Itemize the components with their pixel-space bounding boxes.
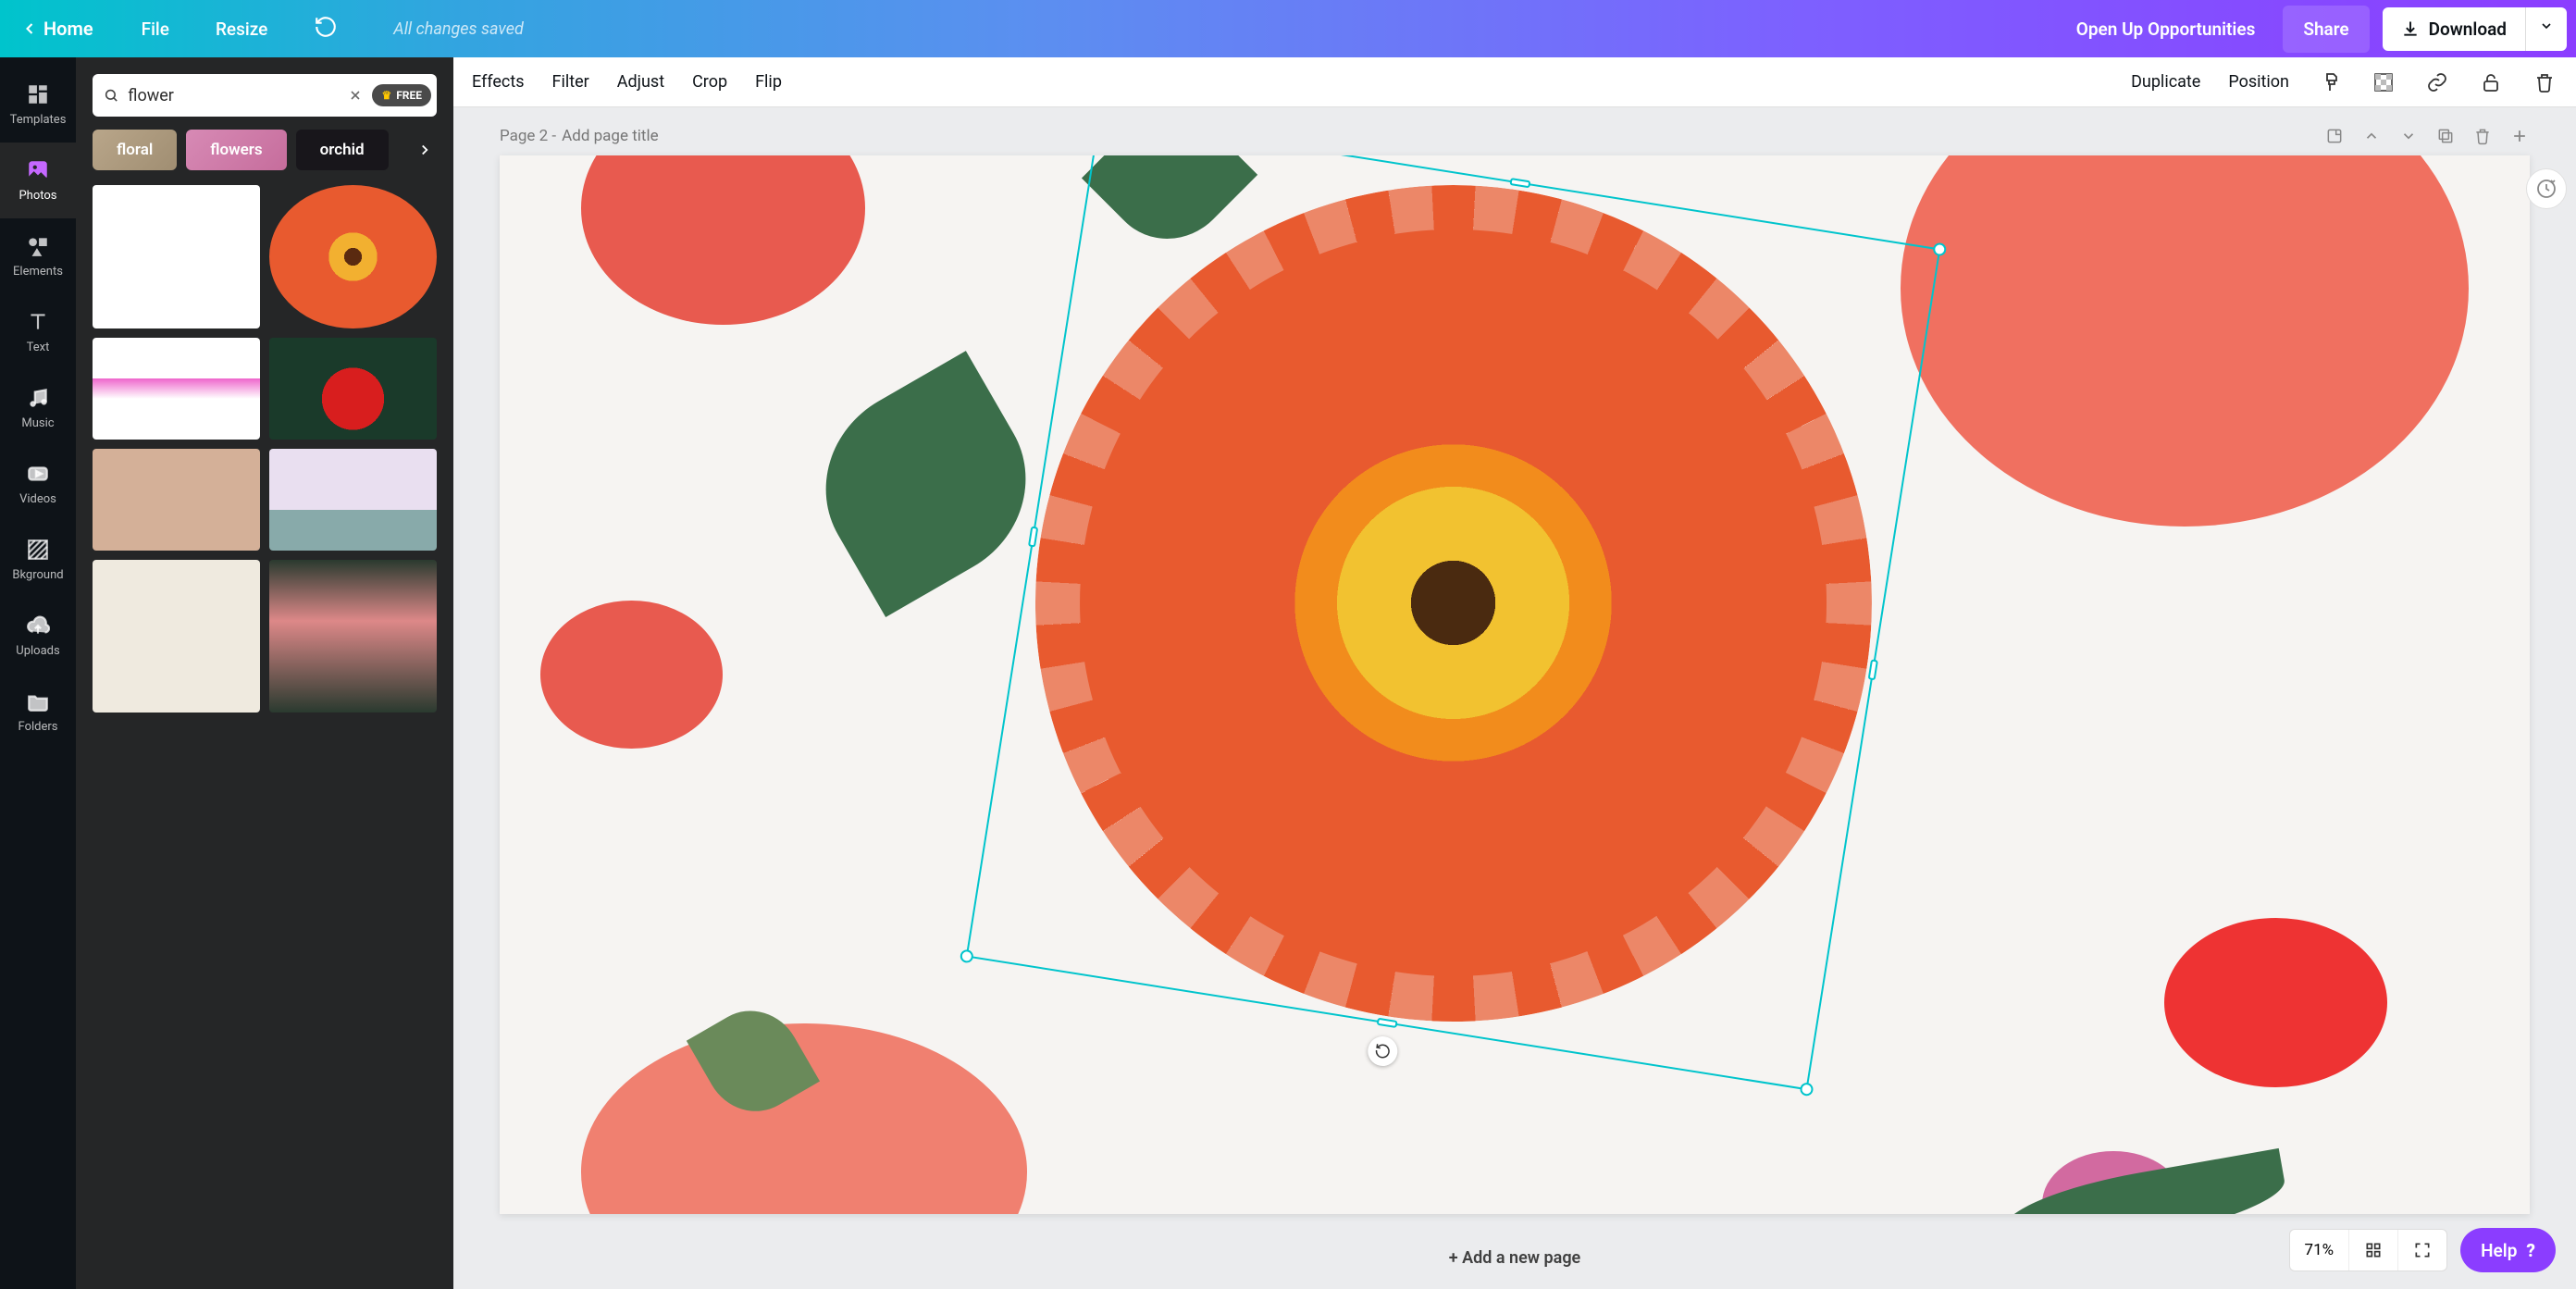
- top-bar: Home File Resize All changes saved Open …: [0, 0, 2576, 57]
- fullscreen-button[interactable]: [2397, 1230, 2446, 1270]
- background-icon: [26, 538, 50, 562]
- chip-floral[interactable]: floral: [93, 130, 177, 170]
- folders-icon: [26, 689, 50, 713]
- editor-area: Effects Filter Adjust Crop Flip Duplicat…: [453, 57, 2576, 1289]
- chip-orchid[interactable]: orchid: [296, 130, 389, 170]
- page-title-input[interactable]: [562, 127, 767, 145]
- page-up-button[interactable]: [2361, 126, 2382, 146]
- lock-button[interactable]: [2478, 69, 2504, 95]
- zoom-controls: 71%: [2289, 1229, 2448, 1271]
- search-icon: [104, 85, 118, 105]
- comment-fab[interactable]: [2526, 168, 2567, 209]
- nav-elements-label: Elements: [13, 265, 63, 279]
- page-delete-button[interactable]: [2472, 126, 2493, 146]
- grid-view-button[interactable]: [2348, 1230, 2397, 1270]
- nav-videos[interactable]: Videos: [0, 446, 76, 522]
- page-header: Page 2 -: [500, 126, 2530, 146]
- templates-icon: [26, 82, 50, 106]
- nav-text-label: Text: [27, 341, 50, 354]
- side-nav: Templates Photos Elements Text Music Vid…: [0, 57, 76, 1289]
- suggestion-chips: floral flowers orchid: [93, 130, 437, 170]
- zoom-value[interactable]: 71%: [2290, 1230, 2349, 1270]
- help-label: Help: [2481, 1240, 2517, 1261]
- context-toolbar: Effects Filter Adjust Crop Flip Duplicat…: [453, 57, 2576, 107]
- clear-search-button[interactable]: [348, 85, 363, 105]
- photo-thumb[interactable]: [269, 560, 437, 713]
- photo-grid: [93, 185, 437, 1272]
- duplicate-button[interactable]: Duplicate: [2131, 72, 2200, 92]
- selected-image[interactable]: [1026, 176, 1881, 1031]
- music-icon: [26, 386, 50, 410]
- nav-music-label: Music: [21, 416, 54, 430]
- chips-next-button[interactable]: [409, 130, 437, 170]
- free-filter-pill[interactable]: ♛ FREE: [372, 84, 431, 106]
- page-add-button[interactable]: [2509, 126, 2530, 146]
- save-status: All changes saved: [393, 19, 524, 39]
- position-button[interactable]: Position: [2228, 72, 2289, 92]
- add-page-button[interactable]: + Add a new page: [500, 1233, 2530, 1283]
- home-label: Home: [43, 18, 93, 40]
- resize-handle-left[interactable]: [1028, 526, 1038, 547]
- opportunities-link[interactable]: Open Up Opportunities: [2062, 9, 2271, 49]
- transparency-button[interactable]: [2371, 69, 2396, 95]
- home-button[interactable]: Home: [9, 12, 105, 45]
- photo-thumb[interactable]: [93, 560, 260, 713]
- copy-style-button[interactable]: [2317, 69, 2343, 95]
- bottom-controls: 71% Help ?: [2289, 1228, 2556, 1272]
- search-bar: ♛ FREE: [93, 74, 437, 117]
- page-duplicate-button[interactable]: [2435, 126, 2456, 146]
- delete-button[interactable]: [2532, 69, 2557, 95]
- download-button[interactable]: Download: [2383, 7, 2525, 51]
- photo-thumb[interactable]: [93, 338, 260, 440]
- text-icon: [26, 310, 50, 334]
- flip-button[interactable]: Flip: [755, 72, 782, 92]
- selection-box[interactable]: [966, 155, 1941, 1091]
- nav-uploads-label: Uploads: [16, 644, 59, 658]
- search-input[interactable]: [128, 86, 339, 105]
- photo-thumb[interactable]: [93, 449, 260, 551]
- effects-button[interactable]: Effects: [472, 72, 525, 92]
- nav-folders-label: Folders: [19, 720, 58, 734]
- nav-photos-label: Photos: [19, 189, 56, 203]
- photos-panel: ♛ FREE floral flowers orchid: [76, 57, 453, 1289]
- crop-button[interactable]: Crop: [692, 72, 727, 92]
- nav-templates-label: Templates: [10, 113, 67, 127]
- link-button[interactable]: [2424, 69, 2450, 95]
- nav-videos-label: Videos: [19, 492, 56, 506]
- download-label: Download: [2429, 19, 2507, 40]
- photo-thumb[interactable]: [269, 338, 437, 440]
- page-down-button[interactable]: [2398, 126, 2419, 146]
- elements-icon: [26, 234, 50, 258]
- videos-icon: [26, 462, 50, 486]
- photo-thumb[interactable]: [93, 185, 260, 328]
- free-label: FREE: [396, 89, 422, 102]
- photo-thumb[interactable]: [269, 449, 437, 551]
- photo-thumb[interactable]: [269, 185, 437, 328]
- nav-elements[interactable]: Elements: [0, 218, 76, 294]
- page-number: Page 2 -: [500, 127, 556, 145]
- crown-icon: ♛: [381, 89, 391, 102]
- design-canvas[interactable]: [500, 155, 2530, 1214]
- undo-button[interactable]: [304, 9, 347, 48]
- page-notes-button[interactable]: [2324, 126, 2345, 146]
- photos-icon: [26, 158, 50, 182]
- filter-button[interactable]: Filter: [552, 72, 589, 92]
- uploads-icon: [26, 614, 50, 638]
- nav-text[interactable]: Text: [0, 294, 76, 370]
- nav-background[interactable]: Bkground: [0, 522, 76, 598]
- chip-flowers[interactable]: flowers: [186, 130, 286, 170]
- file-menu[interactable]: File: [132, 13, 179, 45]
- nav-background-label: Bkground: [12, 568, 63, 582]
- nav-folders[interactable]: Folders: [0, 674, 76, 750]
- nav-uploads[interactable]: Uploads: [0, 598, 76, 674]
- download-caret[interactable]: [2525, 7, 2567, 51]
- resize-menu[interactable]: Resize: [206, 13, 277, 45]
- help-button[interactable]: Help ?: [2460, 1228, 2556, 1272]
- nav-templates[interactable]: Templates: [0, 67, 76, 143]
- adjust-button[interactable]: Adjust: [617, 72, 664, 92]
- share-button[interactable]: Share: [2283, 6, 2369, 53]
- nav-photos[interactable]: Photos: [0, 143, 76, 218]
- nav-music[interactable]: Music: [0, 370, 76, 446]
- help-q-icon: ?: [2526, 1240, 2535, 1261]
